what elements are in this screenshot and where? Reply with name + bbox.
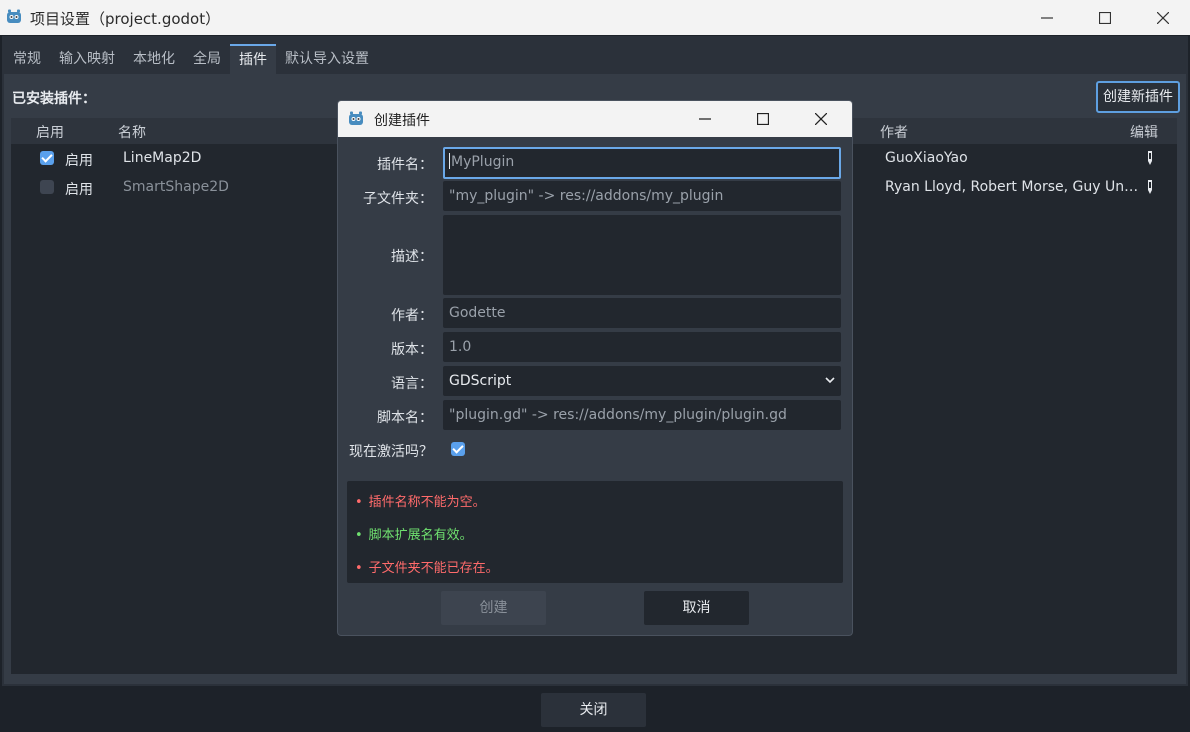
create-button[interactable]: 创建 — [441, 591, 546, 625]
author-placeholder: Godette — [449, 305, 506, 321]
author-label: 作者： — [391, 308, 433, 324]
dialog-close-button[interactable] — [792, 101, 850, 137]
validation-messages: • 插件名称不能为空。 • 脚本扩展名有效。 • 子文件夹不能已存在。 — [347, 481, 843, 583]
subfolder-placeholder: "my_plugin" -> res://addons/my_plugin — [449, 188, 724, 204]
language-value: GDScript — [449, 373, 512, 389]
enable-label: 启用 — [65, 153, 93, 169]
maximize-icon — [757, 113, 769, 125]
version-label: 版本： — [391, 342, 433, 358]
column-edit: 编辑 — [1130, 125, 1158, 141]
dialog-title: 创建插件 — [374, 113, 430, 129]
window-title: 项目设置（project.godot） — [30, 10, 221, 28]
tab-input-map[interactable]: 输入映射 — [50, 44, 124, 74]
enable-checkbox[interactable] — [40, 151, 54, 165]
plugin-name: SmartShape2D — [123, 179, 229, 195]
minimize-icon — [1041, 16, 1053, 19]
edit-pencil-icon[interactable] — [1147, 151, 1153, 165]
tab-import-defaults[interactable]: 默认导入设置 — [276, 44, 378, 74]
subfolder-input[interactable]: "my_plugin" -> res://addons/my_plugin — [443, 181, 841, 211]
language-label: 语言： — [391, 376, 433, 392]
plugin-name-input[interactable]: MyPlugin — [443, 147, 841, 179]
validation-message: • 插件名称不能为空。 — [355, 495, 486, 510]
column-author: 作者 — [880, 125, 908, 141]
close-button[interactable]: 关闭 — [541, 693, 646, 727]
maximize-button[interactable] — [1076, 0, 1134, 35]
installed-plugins-label: 已安装插件： — [12, 91, 96, 107]
settings-tabs: 常规 输入映射 本地化 全局 插件 默认导入设置 — [4, 44, 378, 74]
activate-now-checkbox[interactable] — [451, 442, 465, 456]
tab-general[interactable]: 常规 — [4, 44, 50, 74]
dialog-minimize-button[interactable] — [676, 101, 734, 137]
tab-localization[interactable]: 本地化 — [124, 44, 184, 74]
script-name-label: 脚本名： — [377, 410, 433, 426]
tab-globals[interactable]: 全局 — [184, 44, 230, 74]
godot-logo-icon — [7, 9, 21, 23]
dialog-titlebar: 创建插件 — [338, 101, 852, 137]
cancel-button[interactable]: 取消 — [644, 591, 749, 625]
plugin-author: GuoXiaoYao — [885, 150, 968, 166]
close-icon — [815, 113, 827, 125]
minimize-icon — [699, 118, 711, 120]
version-placeholder: 1.0 — [449, 339, 472, 355]
description-textarea[interactable] — [443, 215, 841, 295]
close-window-button[interactable] — [1134, 0, 1190, 35]
create-plugin-dialog: 创建插件 插件名： MyPlugin 子文件夹： "my_plugin" -> … — [337, 100, 853, 636]
description-label: 描述： — [391, 249, 433, 265]
chevron-down-icon — [825, 377, 835, 384]
script-name-input[interactable]: "plugin.gd" -> res://addons/my_plugin/pl… — [443, 400, 841, 430]
enable-label: 启用 — [65, 182, 93, 198]
activate-now-label: 现在激活吗？ — [349, 444, 433, 460]
close-icon — [1157, 11, 1169, 24]
window-titlebar: 项目设置（project.godot） — [0, 0, 1190, 35]
enable-checkbox[interactable] — [40, 180, 54, 194]
column-enabled: 启用 — [36, 125, 64, 141]
language-dropdown[interactable]: GDScript — [443, 366, 841, 396]
create-new-plugin-button[interactable]: 创建新插件 — [1096, 81, 1180, 113]
subfolder-label: 子文件夹： — [363, 191, 433, 207]
validation-message: • 脚本扩展名有效。 — [355, 528, 473, 543]
maximize-icon — [1099, 11, 1111, 24]
author-input[interactable]: Godette — [443, 298, 841, 328]
plugin-author: Ryan Lloyd, Robert Morse, Guy Un… — [885, 179, 1139, 195]
godot-logo-icon — [349, 111, 363, 125]
plugin-name-placeholder: MyPlugin — [451, 154, 515, 170]
dialog-maximize-button[interactable] — [734, 101, 792, 137]
plugin-name-label: 插件名： — [377, 157, 433, 173]
column-name: 名称 — [118, 125, 146, 141]
tab-plugins[interactable]: 插件 — [230, 44, 276, 74]
edit-pencil-icon[interactable] — [1147, 180, 1153, 194]
script-name-placeholder: "plugin.gd" -> res://addons/my_plugin/pl… — [449, 407, 787, 423]
version-input[interactable]: 1.0 — [443, 332, 841, 362]
validation-message: • 子文件夹不能已存在。 — [355, 561, 499, 576]
plugin-name: LineMap2D — [123, 150, 202, 166]
minimize-button[interactable] — [1018, 0, 1076, 35]
